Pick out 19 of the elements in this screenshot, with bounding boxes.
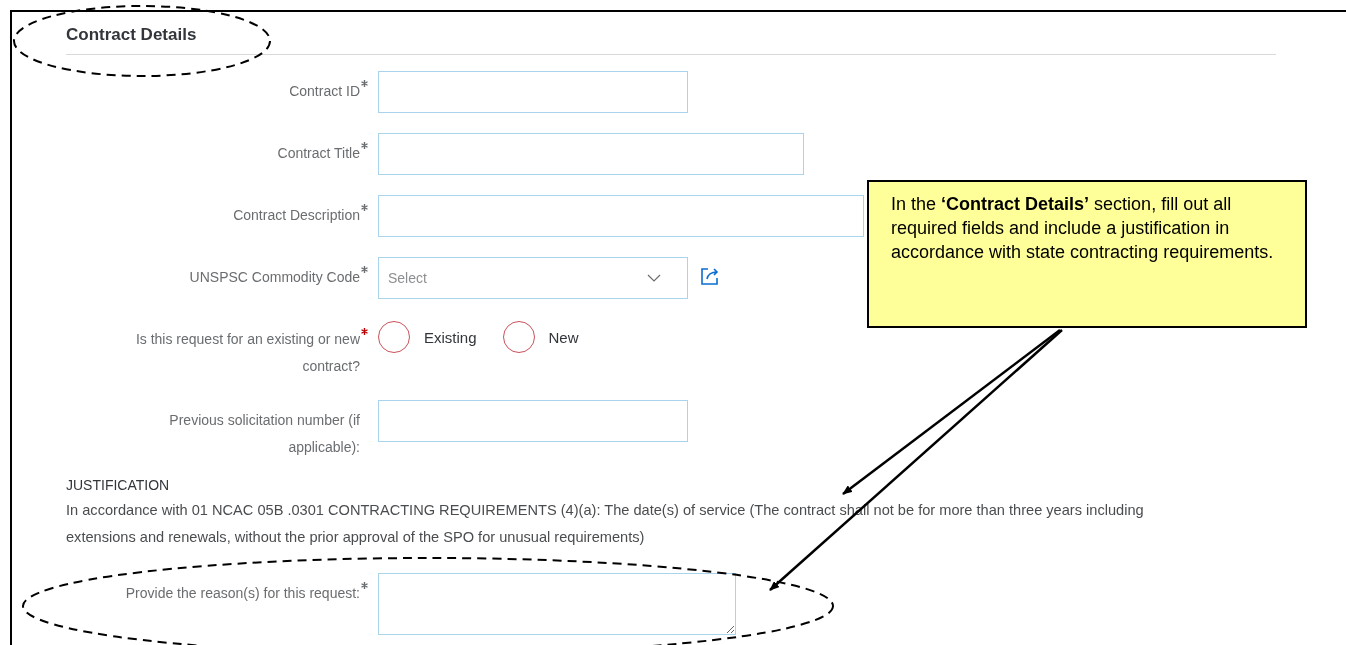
justification-heading: JUSTIFICATION (66, 477, 171, 493)
field-label: Contract Title (277, 144, 360, 163)
external-link-icon[interactable] (700, 266, 720, 286)
callout-note: In the ‘Contract Details’ section, fill out all required fields and include a justification in accordance with state contracting requirements. (867, 180, 1307, 328)
field-label: Is this request for an existing or new contract? (134, 330, 360, 376)
text-field[interactable] (378, 71, 688, 113)
text-field[interactable] (378, 195, 864, 237)
text-field[interactable] (378, 133, 804, 175)
radio-option[interactable]: New (502, 321, 579, 353)
caret-icon (647, 274, 661, 282)
field-label: Provide the reason(s) for this request: (125, 584, 360, 603)
text-field[interactable] (378, 400, 688, 442)
field-label: Contract ID (289, 82, 360, 101)
reason-textarea[interactable] (378, 573, 736, 635)
field-label: UNSPSC Commodity Code (189, 268, 360, 287)
field-label: Contract Description (233, 206, 360, 225)
section-title: Contract Details (66, 25, 197, 45)
radio-option[interactable]: Existing (378, 321, 477, 353)
field-label: Previous solicitation number (if applicable): (168, 411, 360, 457)
